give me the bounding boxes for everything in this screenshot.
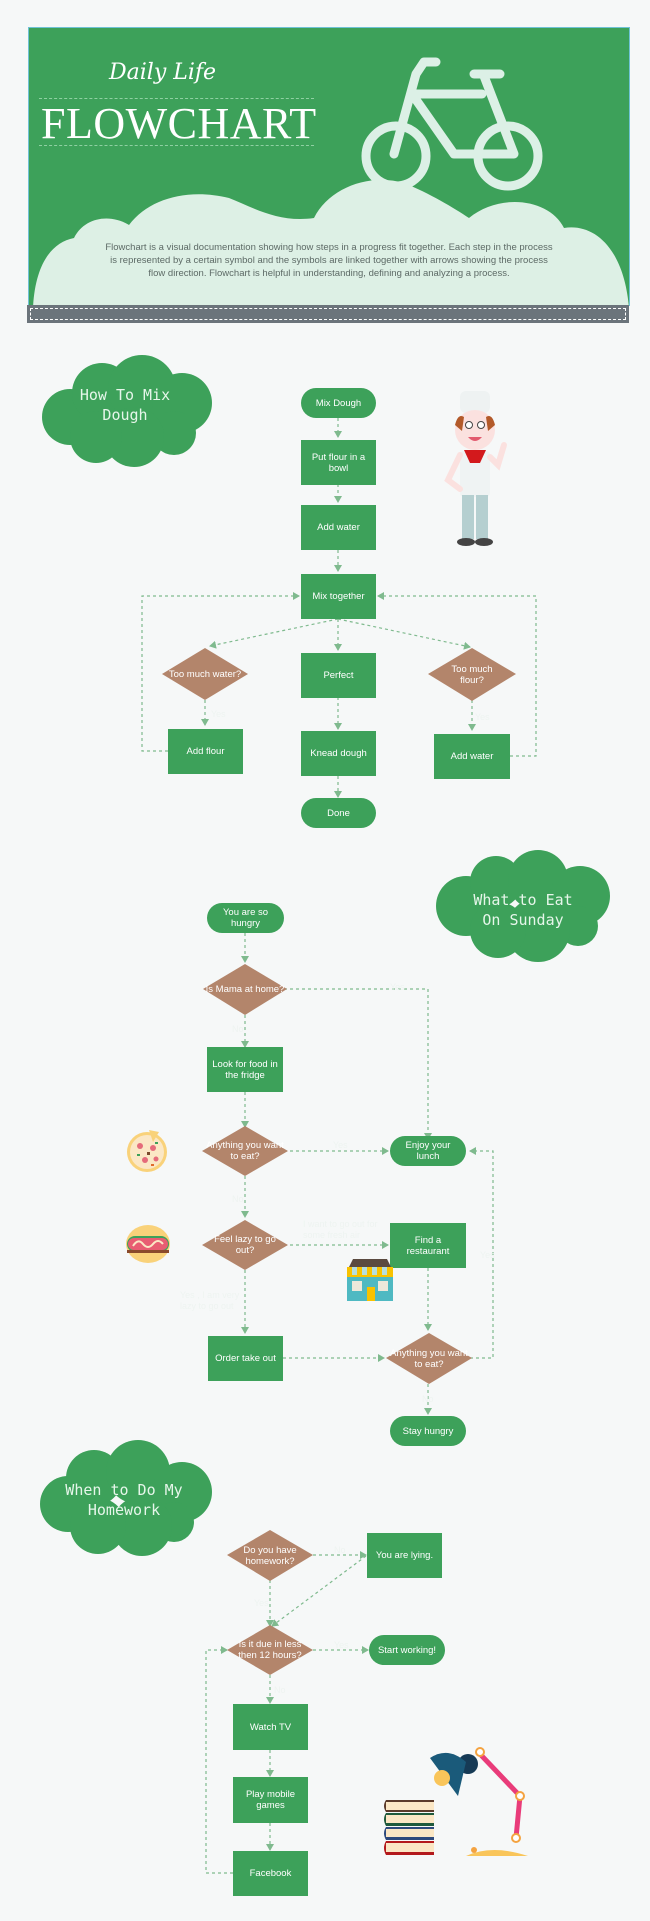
section-title: When to Do My Homework bbox=[34, 1480, 214, 1520]
flow-step: Order take out bbox=[208, 1336, 283, 1381]
decision-text: Feel lazy to go out? bbox=[214, 1234, 276, 1256]
branch-label: No bbox=[422, 1394, 434, 1404]
title-line: On Sunday bbox=[482, 911, 564, 929]
restaurant-icon bbox=[347, 1259, 393, 1301]
branch-label: No bbox=[334, 1545, 346, 1555]
branch-label: Yes bbox=[211, 709, 226, 719]
decision-text: Anything you want to eat? bbox=[206, 1140, 284, 1162]
branch-label: Yes bbox=[475, 712, 490, 722]
flow-step: Facebook bbox=[233, 1851, 308, 1896]
title-line: How To Mix bbox=[79, 386, 171, 404]
decision-text: Is Mama at home? bbox=[205, 984, 285, 995]
title-line: What to Eat bbox=[473, 891, 573, 909]
decision-text: Anything you want to eat? bbox=[390, 1347, 468, 1370]
hotdog-icon bbox=[126, 1225, 170, 1263]
flow-step: Add water bbox=[301, 505, 376, 550]
title-line: Dough bbox=[102, 406, 148, 424]
flow-step: Play mobile games bbox=[233, 1777, 308, 1823]
flow-decision: Too much flour? bbox=[428, 648, 516, 701]
branch-label: Yes bbox=[333, 1140, 348, 1150]
branch-label: Yes bbox=[254, 1598, 269, 1608]
flow-start: You are so hungry bbox=[207, 903, 284, 933]
flow-decision: Do you have homework? bbox=[227, 1530, 313, 1581]
flow-step: Find a restaurant bbox=[390, 1223, 466, 1268]
flow-decision: Is Mama at home? bbox=[203, 964, 287, 1015]
chef-icon bbox=[444, 391, 507, 546]
flow-decision: Anything you want to eat? bbox=[386, 1333, 472, 1384]
flow-end: Done bbox=[301, 798, 376, 828]
flow-step: Add water bbox=[434, 734, 510, 779]
connector bbox=[284, 988, 432, 1140]
flow-decision: Feel lazy to go out? bbox=[202, 1220, 288, 1270]
section-title: What to Eat On Sunday bbox=[430, 890, 616, 930]
flow-start: Mix Dough bbox=[301, 388, 376, 418]
branch-label: Yes bbox=[390, 982, 405, 992]
branch-label: Yes bbox=[480, 1250, 495, 1260]
flow-end: Enjoy your lunch bbox=[390, 1136, 466, 1166]
flow-step: Perfect bbox=[301, 653, 376, 698]
flow-decision: Is it due in less then 12 hours? bbox=[227, 1625, 313, 1675]
flow-step: Add flour bbox=[168, 729, 243, 774]
section-title: How To Mix Dough bbox=[40, 385, 210, 425]
flow-step: Knead dough bbox=[301, 731, 376, 776]
title-line: When to Do My bbox=[65, 1481, 183, 1499]
connector bbox=[205, 1646, 233, 1874]
flow-step: Look for food in the fridge bbox=[207, 1047, 283, 1092]
decision-text: Do you have homework? bbox=[243, 1544, 297, 1567]
flow-end: Start working! bbox=[369, 1635, 445, 1665]
branch-label: No bbox=[274, 1685, 286, 1695]
connector bbox=[337, 618, 471, 650]
pizza-icon bbox=[127, 1130, 167, 1172]
title-line: Homework bbox=[87, 1501, 161, 1519]
connector bbox=[209, 618, 339, 649]
decision-text: Too much flour? bbox=[451, 663, 493, 686]
branch-label: Yes bbox=[334, 1640, 349, 1650]
decision-text: Too much water? bbox=[168, 668, 242, 680]
flow-decision: Too much water? bbox=[162, 648, 248, 700]
branch-label: Yes , I am very lazy to go out bbox=[180, 1290, 240, 1311]
flow-step: Put flour in a bowl bbox=[301, 440, 376, 485]
flow-step: Mix together bbox=[301, 574, 376, 619]
flow-step: You are lying. bbox=[367, 1533, 442, 1578]
branch-label: No bbox=[232, 1194, 244, 1204]
flow-step: Watch TV bbox=[233, 1704, 308, 1750]
desk-lamp-icon bbox=[430, 1747, 528, 1856]
branch-label: No bbox=[232, 1024, 244, 1034]
decision-text: Is it due in less then 12 hours? bbox=[238, 1639, 302, 1661]
branch-label: I want to go out for some fresh air bbox=[303, 1219, 378, 1240]
flow-end: Stay hungry bbox=[390, 1416, 466, 1446]
flow-decision: Anything you want to eat? bbox=[202, 1126, 288, 1176]
